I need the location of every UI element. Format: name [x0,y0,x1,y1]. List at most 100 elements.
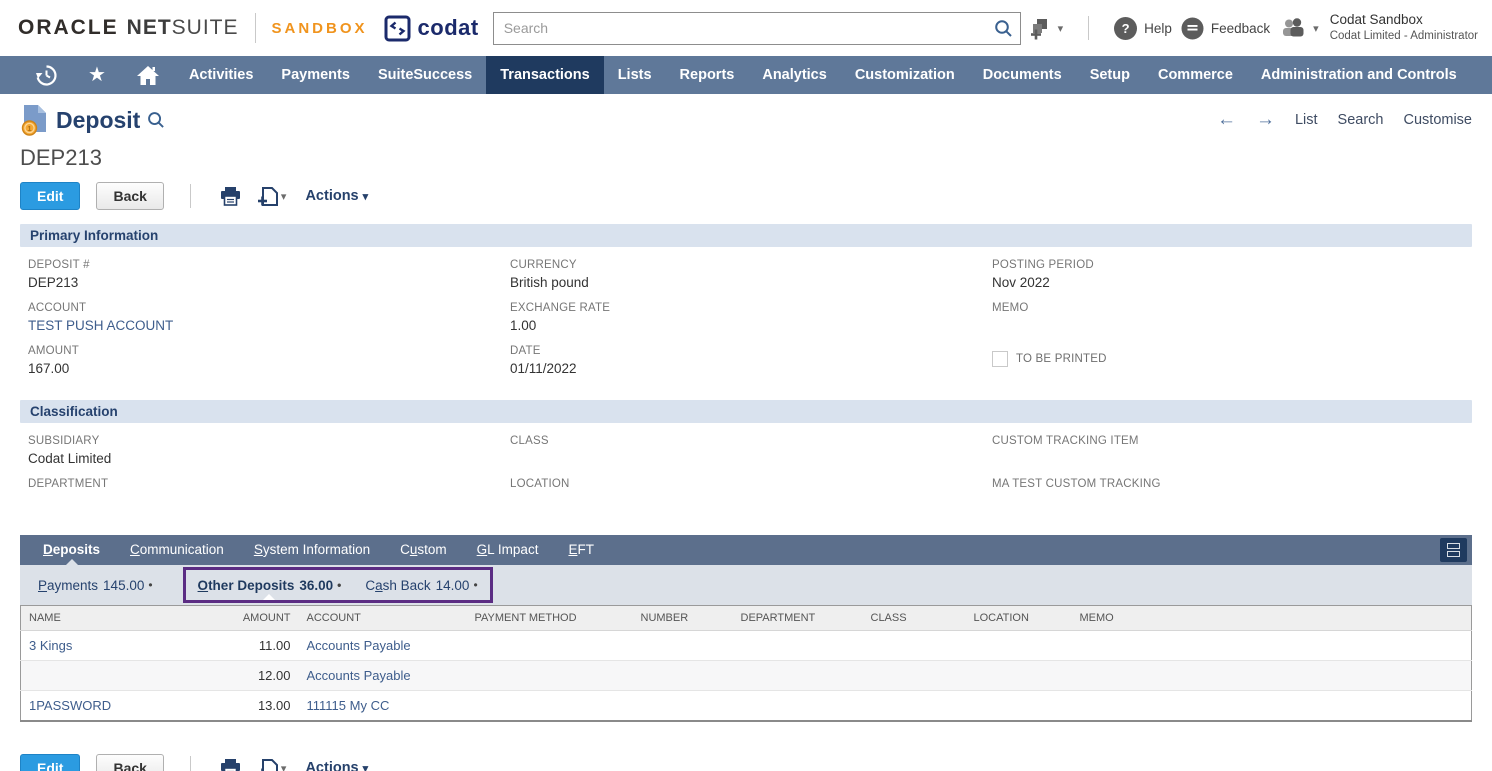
field-value [992,451,1464,468]
subtab-other-deposits[interactable]: Other Deposits 36.00 • [198,570,342,600]
primary-col-3: POSTING PERIOD Nov 2022 MEMO TO BE PRINT… [992,259,1464,388]
tab-eft[interactable]: EFT [553,535,609,565]
save-pdf-menu[interactable]: ▾ [254,758,290,771]
search-icon[interactable] [994,19,1013,38]
cell-number [633,691,733,722]
account-info[interactable]: Codat Sandbox Codat Limited - Administra… [1330,12,1478,43]
back-button[interactable]: Back [96,182,163,210]
field-value: 1.00 [510,318,992,335]
subtab-payments[interactable]: Payments 145.00 • [38,565,153,605]
nav-item-analytics[interactable]: Analytics [748,56,840,94]
save-pdf-menu[interactable]: ▾ [254,186,290,207]
bullet-icon: • [337,578,341,592]
subtab-cash-back[interactable]: Cash Back 14.00 • [365,570,477,600]
column-header-location[interactable]: LOCATION [966,606,1072,631]
nav-item-commerce[interactable]: Commerce [1144,56,1247,94]
oracle-netsuite-logo: ORACLE NET SUITE [18,16,239,40]
table-row: 1PASSWORD 13.00 111115 My CC [21,691,1472,722]
nav-item-lists[interactable]: Lists [604,56,666,94]
to-be-printed-checkbox[interactable] [992,351,1008,367]
field-label: CUSTOM TRACKING ITEM [992,435,1464,447]
actions-menu[interactable]: Actions ▾ [305,188,368,204]
tab-gl-impact[interactable]: GL Impact [462,535,554,565]
nav-item-more[interactable]: ... [1485,56,1492,94]
tab-system-information[interactable]: System Information [239,535,385,565]
nav-item-reports[interactable]: Reports [666,56,749,94]
nav-item-customization[interactable]: Customization [841,56,969,94]
cell-number [633,661,733,691]
divider [190,756,191,771]
column-header-class[interactable]: CLASS [863,606,966,631]
cell-account-link[interactable]: 111115 My CC [299,691,467,722]
section-header-classification: Classification [20,400,1472,423]
account-name: Codat Sandbox [1330,12,1478,29]
actions-menu[interactable]: Actions ▾ [305,760,368,771]
tab-deposits[interactable]: Deposits [28,535,115,565]
column-header-payment-method[interactable]: PAYMENT METHOD [467,606,633,631]
cell-amount: 12.00 [221,661,299,691]
tab-communication[interactable]: Communication [115,535,239,565]
field-label: LOCATION [510,478,992,490]
column-header-memo[interactable]: MEMO [1072,606,1472,631]
primary-col-1: DEPOSIT # DEP213 ACCOUNT TEST PUSH ACCOU… [28,259,510,388]
nav-item-activities[interactable]: Activities [175,56,267,94]
column-header-name[interactable]: NAME [21,606,221,631]
shortcuts-star-icon[interactable]: ★ [73,56,121,94]
classification-col-1: SUBSIDIARY Codat Limited DEPARTMENT [28,435,510,521]
customise-link[interactable]: Customise [1404,112,1473,128]
tab-label: ommunication [140,542,224,557]
tab-accesskey: G [477,542,488,557]
list-link[interactable]: List [1295,112,1318,128]
cell-name-link[interactable]: 3 Kings [21,631,221,661]
global-search-input[interactable] [493,12,1021,45]
tab-custom[interactable]: Custom [385,535,462,565]
field-amount: AMOUNT 167.00 [28,345,510,378]
nav-item-documents[interactable]: Documents [969,56,1076,94]
cell-department [733,691,863,722]
nav-item-administration[interactable]: Administration and Controls [1247,56,1471,94]
nav-item-setup[interactable]: Setup [1076,56,1144,94]
search-link[interactable]: Search [1338,112,1384,128]
feedback-button[interactable]: Feedback [1181,17,1270,40]
feedback-icon [1181,17,1204,40]
toggle-rows-icon[interactable] [1440,538,1467,562]
edit-button[interactable]: Edit [20,754,80,771]
previous-record-arrow-icon[interactable]: ← [1217,109,1236,131]
field-custom-tracking-item: CUSTOM TRACKING ITEM [992,435,1464,468]
nav-item-suitesuccess[interactable]: SuiteSuccess [364,56,486,94]
field-label: CLASS [510,435,992,447]
home-icon[interactable] [121,56,175,94]
nav-item-transactions[interactable]: Transactions [486,56,603,94]
field-value: Nov 2022 [992,275,1464,292]
recent-records-icon[interactable] [20,56,73,94]
field-location: LOCATION [510,478,992,511]
cell-account-link[interactable]: Accounts Payable [299,631,467,661]
next-record-arrow-icon[interactable]: → [1256,109,1275,131]
cell-name-link[interactable]: 1PASSWORD [21,691,221,722]
deposit-record-icon: 1 [20,104,48,136]
print-icon[interactable] [217,759,244,771]
column-header-department[interactable]: DEPARTMENT [733,606,863,631]
account-link[interactable]: TEST PUSH ACCOUNT [28,318,510,335]
back-button[interactable]: Back [96,754,163,771]
create-new-menu[interactable]: ▾ [1028,17,1064,40]
print-icon[interactable] [217,187,244,206]
nav-item-payments[interactable]: Payments [267,56,364,94]
top-action-bar: Edit Back ▾ Actions ▾ [20,180,1472,212]
column-header-amount[interactable]: AMOUNT [221,606,299,631]
roles-menu[interactable]: ▾ [1279,17,1319,39]
field-label: MA TEST CUSTOM TRACKING [992,478,1464,490]
title-search-icon[interactable] [147,111,165,129]
subtab-label: ayments [47,578,98,593]
column-header-account[interactable]: ACCOUNT [299,606,467,631]
help-button[interactable]: ? Help [1114,17,1172,40]
cell-memo [1072,661,1472,691]
header-right-cluster: ▾ ? Help Feedback [1028,12,1478,43]
bullet-icon: • [148,578,152,592]
classification-col-3: CUSTOM TRACKING ITEM MA TEST CUSTOM TRAC… [992,435,1464,521]
edit-button[interactable]: Edit [20,182,80,210]
field-label: EXCHANGE RATE [510,302,992,314]
cell-account-link[interactable]: Accounts Payable [299,661,467,691]
column-header-number[interactable]: NUMBER [633,606,733,631]
field-label: POSTING PERIOD [992,259,1464,271]
